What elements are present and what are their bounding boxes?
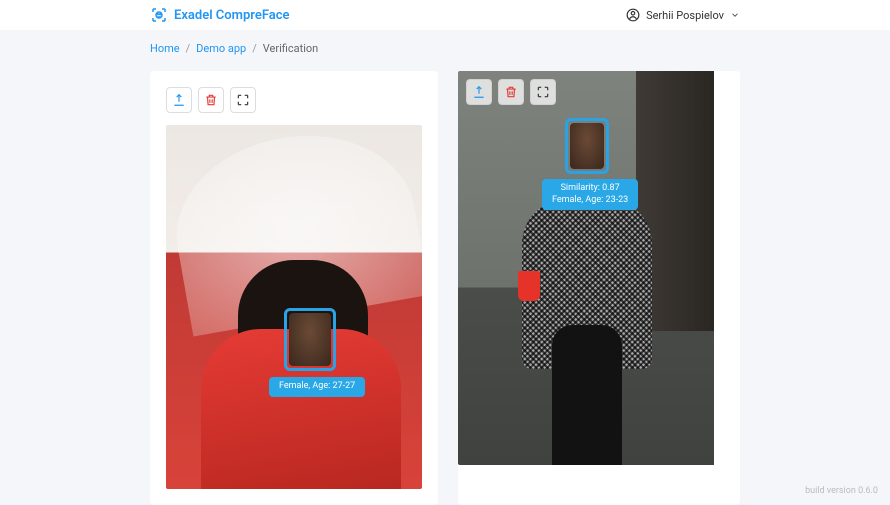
source-toolbar xyxy=(166,87,422,113)
source-photo: Female, Age: 27-27 xyxy=(166,125,422,489)
face-detection-box xyxy=(284,308,336,371)
build-version: build version 0.6.0 xyxy=(805,486,878,496)
expand-icon xyxy=(236,93,250,107)
trash-icon xyxy=(504,85,518,99)
detection-badge: Female, Age: 27-27 xyxy=(269,377,365,397)
breadcrumb-app[interactable]: Demo app xyxy=(196,42,246,55)
face-region xyxy=(570,123,604,169)
expand-icon xyxy=(536,85,550,99)
comparison-panels: Female, Age: 27-27 xyxy=(150,71,740,505)
face-detection-box xyxy=(565,118,609,174)
upload-button[interactable] xyxy=(466,79,492,105)
brand-name: Exadel CompreFace xyxy=(174,8,290,23)
fullscreen-button[interactable] xyxy=(230,87,256,113)
target-photo: Similarity: 0.87 Female, Age: 23-23 xyxy=(458,71,714,465)
breadcrumb-current: Verification xyxy=(263,42,318,55)
source-image: Female, Age: 27-27 xyxy=(166,125,422,489)
target-toolbar xyxy=(466,79,556,105)
fullscreen-button[interactable] xyxy=(530,79,556,105)
detection-label: Female, Age: 27-27 xyxy=(279,381,355,391)
demographics-label: Female, Age: 23-23 xyxy=(552,195,628,207)
target-image: Similarity: 0.87 Female, Age: 23-23 xyxy=(458,71,740,465)
user-avatar-icon xyxy=(626,8,640,22)
user-menu[interactable]: Serhii Pospielov xyxy=(626,8,740,22)
brand[interactable]: Exadel CompreFace xyxy=(150,6,290,24)
source-panel: Female, Age: 27-27 xyxy=(150,71,438,505)
upload-icon xyxy=(172,93,186,107)
delete-button[interactable] xyxy=(498,79,524,105)
similarity-label: Similarity: 0.87 xyxy=(552,183,628,195)
upload-button[interactable] xyxy=(166,87,192,113)
breadcrumb-separator: / xyxy=(186,42,191,55)
user-name: Serhii Pospielov xyxy=(646,9,724,22)
upload-icon xyxy=(472,85,486,99)
main-content: Home / Demo app / Verification xyxy=(0,30,890,505)
photo-subject-pants xyxy=(552,325,622,465)
trash-icon xyxy=(204,93,218,107)
delete-button[interactable] xyxy=(198,87,224,113)
target-panel: Similarity: 0.87 Female, Age: 23-23 xyxy=(458,71,740,505)
face-region xyxy=(289,313,331,366)
photo-prop-cup xyxy=(518,271,540,301)
breadcrumb: Home / Demo app / Verification xyxy=(150,42,740,55)
detection-badge: Similarity: 0.87 Female, Age: 23-23 xyxy=(542,179,638,210)
chevron-down-icon xyxy=(730,10,740,20)
app-header: Exadel CompreFace Serhii Pospielov xyxy=(0,0,890,30)
breadcrumb-separator: / xyxy=(252,42,257,55)
breadcrumb-home[interactable]: Home xyxy=(150,42,180,55)
brand-logo-icon xyxy=(150,6,168,24)
